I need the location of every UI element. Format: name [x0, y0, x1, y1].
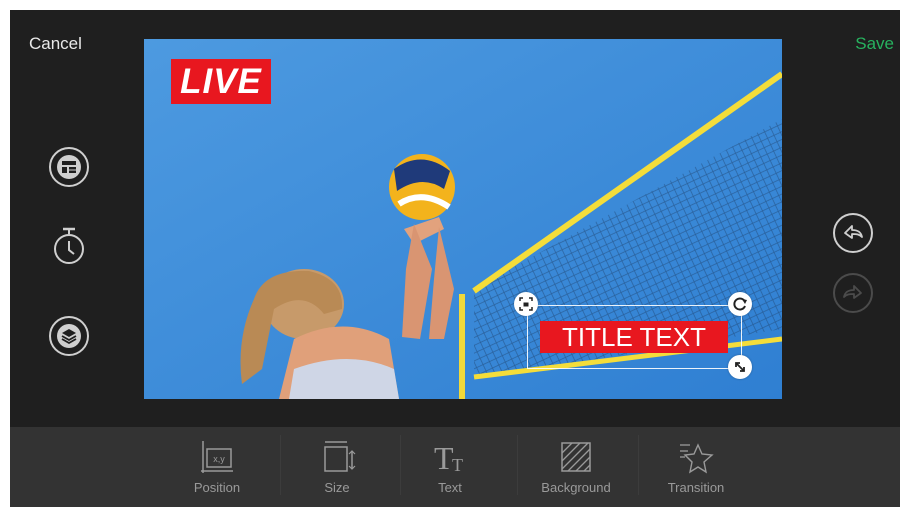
svg-text:T: T	[452, 455, 463, 475]
position-icon-text: x,y	[213, 454, 225, 464]
background-tool[interactable]: Background	[521, 437, 631, 503]
layers-icon	[57, 324, 81, 348]
title-selection-box[interactable]: TITLE TEXT	[527, 305, 742, 369]
undo-icon	[844, 225, 863, 239]
layers-button[interactable]	[49, 316, 89, 356]
size-tool[interactable]: Size	[282, 437, 392, 503]
lock-icon	[519, 297, 533, 311]
redo-button[interactable]	[833, 273, 873, 313]
save-button[interactable]: Save	[855, 34, 894, 54]
size-tool-label: Size	[324, 480, 350, 495]
editor-screen: Cancel Save LIVE TITLE TEXT x,y Position…	[10, 10, 900, 507]
layout-icon	[57, 155, 81, 179]
toolbar-divider	[638, 435, 639, 495]
toolbar-divider	[517, 435, 518, 495]
lock-handle[interactable]	[514, 292, 538, 316]
svg-text:T: T	[434, 440, 454, 476]
size-icon	[324, 441, 356, 472]
cancel-button[interactable]: Cancel	[29, 34, 82, 54]
redo-icon	[843, 285, 862, 299]
title-text[interactable]: TITLE TEXT	[540, 321, 728, 353]
undo-button[interactable]	[833, 213, 873, 253]
transition-tool-label: Transition	[667, 480, 725, 495]
position-tool-label: Position	[193, 480, 241, 495]
video-canvas[interactable]: LIVE TITLE TEXT	[144, 39, 782, 399]
rotate-icon	[733, 297, 747, 311]
timer-button[interactable]	[49, 226, 89, 266]
position-tool[interactable]: x,y Position	[162, 437, 272, 503]
live-badge[interactable]: LIVE	[171, 59, 271, 104]
text-icon: T T	[434, 440, 463, 476]
rotate-handle[interactable]	[728, 292, 752, 316]
resize-icon	[735, 362, 745, 372]
toolbar-divider	[280, 435, 281, 495]
background-tool-label: Background	[541, 480, 611, 495]
text-tool[interactable]: T T Text	[395, 437, 505, 503]
position-icon: x,y	[201, 441, 233, 473]
resize-handle[interactable]	[728, 355, 752, 379]
transition-tool[interactable]: Transition	[641, 437, 751, 503]
background-icon	[561, 442, 591, 472]
timer-icon	[54, 227, 84, 264]
layout-button[interactable]	[49, 147, 89, 187]
bottom-toolbar: x,y Position Size T T Text Background Tr…	[10, 427, 900, 507]
text-tool-label: Text	[438, 480, 462, 495]
transition-icon	[680, 443, 714, 474]
